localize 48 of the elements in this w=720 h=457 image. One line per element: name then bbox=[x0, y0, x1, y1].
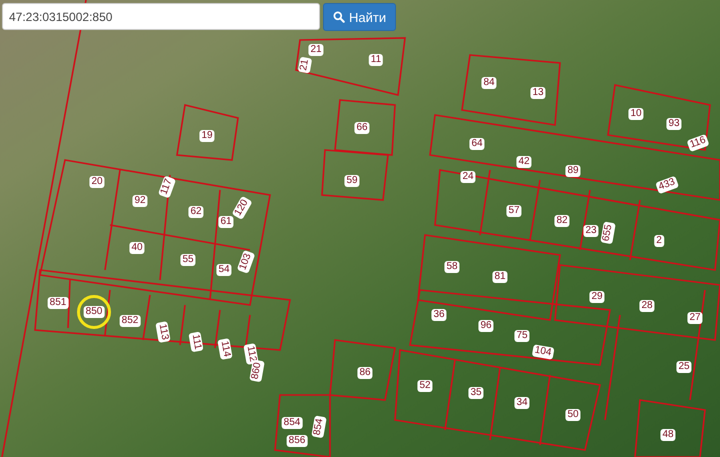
parcel-number[interactable]: 21 bbox=[308, 44, 324, 56]
parcel-number[interactable]: 850 bbox=[84, 306, 104, 318]
parcel-number[interactable]: 86 bbox=[357, 367, 373, 379]
parcel-number[interactable]: 58 bbox=[444, 261, 460, 273]
parcel-number[interactable]: 851 bbox=[48, 297, 68, 309]
parcel-number[interactable]: 66 bbox=[354, 122, 370, 134]
parcel-number[interactable]: 82 bbox=[554, 215, 570, 227]
search-button[interactable]: Найти bbox=[323, 3, 396, 31]
parcel-number[interactable]: 852 bbox=[120, 315, 140, 327]
parcel-number[interactable]: 89 bbox=[565, 165, 581, 177]
satellite-map-drawing[interactable] bbox=[0, 0, 720, 457]
parcel-number[interactable]: 62 bbox=[188, 206, 204, 218]
parcel-number[interactable]: 54 bbox=[216, 264, 232, 276]
parcel-number[interactable]: 48 bbox=[660, 429, 676, 441]
parcel-number[interactable]: 64 bbox=[469, 138, 485, 150]
parcel-number[interactable]: 52 bbox=[417, 380, 433, 392]
parcel-number[interactable]: 34 bbox=[514, 397, 530, 409]
parcel-number[interactable]: 59 bbox=[344, 175, 360, 187]
parcel-number[interactable]: 57 bbox=[506, 205, 522, 217]
parcel-number[interactable]: 854 bbox=[282, 417, 302, 429]
parcel-number[interactable]: 13 bbox=[530, 87, 546, 99]
parcel-number[interactable]: 50 bbox=[565, 409, 581, 421]
parcel-number[interactable]: 10 bbox=[628, 108, 644, 120]
parcel-number[interactable]: 61 bbox=[218, 216, 234, 228]
parcel-number[interactable]: 20 bbox=[89, 176, 105, 188]
parcel-number[interactable]: 75 bbox=[514, 330, 530, 342]
parcel-number[interactable]: 93 bbox=[666, 118, 682, 130]
parcel-number[interactable]: 23 bbox=[583, 225, 599, 237]
search-icon bbox=[333, 11, 345, 23]
parcel-number[interactable]: 40 bbox=[129, 242, 145, 254]
parcel-number[interactable]: 11 bbox=[368, 54, 384, 66]
parcel-number[interactable]: 81 bbox=[492, 271, 508, 283]
parcel-number[interactable]: 35 bbox=[468, 387, 484, 399]
parcel-number[interactable]: 2 bbox=[654, 235, 664, 247]
parcel-number[interactable]: 55 bbox=[180, 254, 196, 266]
parcel-number[interactable]: 28 bbox=[639, 300, 655, 312]
parcel-number[interactable]: 29 bbox=[589, 291, 605, 303]
parcel-number[interactable]: 19 bbox=[199, 130, 215, 142]
parcel-number[interactable]: 856 bbox=[286, 435, 308, 447]
parcel-number[interactable]: 42 bbox=[516, 156, 532, 168]
parcel-number[interactable]: 92 bbox=[132, 195, 148, 207]
parcel-number[interactable]: 25 bbox=[676, 361, 692, 373]
search-field[interactable]: 47:23:0315002:850 bbox=[2, 3, 320, 30]
parcel-number[interactable]: 27 bbox=[687, 312, 703, 324]
parcel-number[interactable]: 96 bbox=[478, 320, 494, 332]
parcel-number[interactable]: 84 bbox=[481, 77, 497, 89]
parcel-number[interactable]: 24 bbox=[460, 171, 476, 183]
parcel-number[interactable]: 36 bbox=[431, 309, 447, 321]
